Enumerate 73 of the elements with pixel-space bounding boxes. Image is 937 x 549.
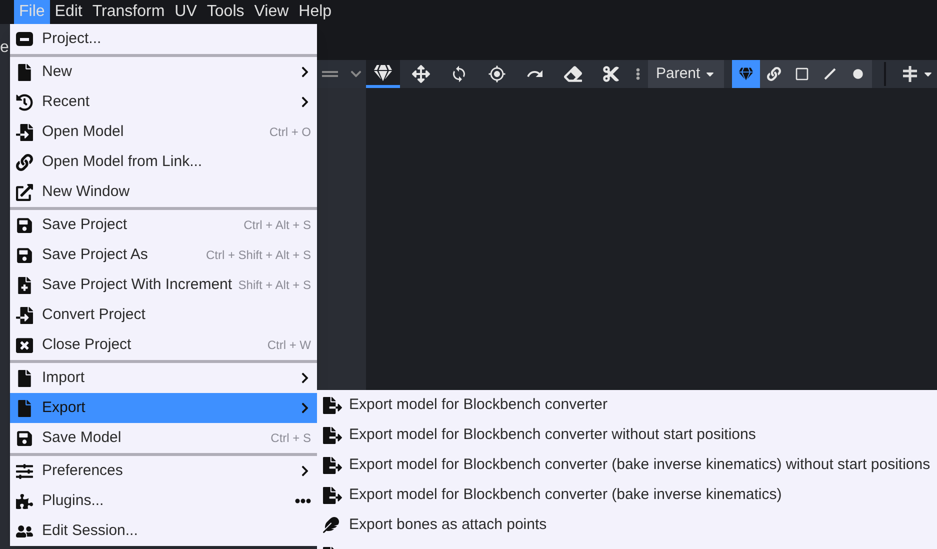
menu-item[interactable]: New <box>10 57 317 87</box>
submenu-item[interactable]: Export model for Blockbench converter (bake inverse kinematics) without start positions <box>317 450 937 480</box>
line-icon <box>823 67 838 81</box>
submenu-item[interactable]: Export model for Blockbench converter (bake inverse kinematics) <box>317 480 937 510</box>
menu-item[interactable]: Open Model from Link... <box>10 147 317 177</box>
sliders-icon <box>16 462 33 480</box>
close-icon <box>16 336 33 354</box>
history-icon <box>16 94 33 110</box>
selection-mode-button[interactable] <box>732 60 760 88</box>
shortcut-text: Ctrl + Alt + S <box>244 217 311 234</box>
menu-bar-item[interactable]: UV <box>170 0 202 24</box>
link-icon <box>767 67 782 81</box>
external-window-icon <box>16 184 33 200</box>
menu-item[interactable]: Export <box>10 393 317 423</box>
chevron-down-icon[interactable] <box>350 68 362 80</box>
menu-item[interactable]: Save Project As Ctrl + Shift + Alt + S <box>10 240 317 270</box>
shortcut-text: Ctrl + S <box>270 430 311 447</box>
submenu-item[interactable]: Export model for Blockbench converter without start positions <box>317 420 937 450</box>
menu-item[interactable]: Edit Session... <box>10 516 317 546</box>
chevron-right-icon <box>299 402 311 414</box>
save-icon <box>16 246 33 264</box>
shortcut-text: Shift + Alt + S <box>238 277 311 294</box>
menu-item[interactable]: Save Project Ctrl + Alt + S <box>10 210 317 240</box>
tool-button[interactable] <box>366 60 400 88</box>
puzzle-icon <box>16 492 33 510</box>
shortcut-text: Ctrl + W <box>267 337 311 354</box>
menu-item[interactable]: Save Project With Increment Shift + Alt + S <box>10 270 317 300</box>
feather-icon <box>323 517 339 533</box>
move-icon <box>412 65 430 83</box>
rotate-icon <box>450 65 468 83</box>
menu-item[interactable]: Project... <box>10 24 317 54</box>
pivot-icon <box>488 65 506 83</box>
menu-item[interactable]: Open Model Ctrl + O <box>10 117 317 147</box>
menu-bar-item[interactable]: View <box>249 0 294 24</box>
chevron-right-icon <box>299 66 311 78</box>
dot-icon <box>853 69 864 79</box>
link-icon <box>16 154 33 170</box>
parent-dropdown[interactable]: Parent <box>648 60 724 88</box>
file-export-icon <box>323 396 342 414</box>
shortcut-text: Ctrl + Shift + Alt + S <box>206 247 311 264</box>
submenu-item[interactable]: Export bones as attach points <box>317 510 937 540</box>
panel-tab[interactable]: e <box>0 39 9 56</box>
menu-lines-icon[interactable] <box>322 71 338 77</box>
scissors-icon <box>602 65 620 83</box>
menu-item[interactable]: Recent <box>10 87 317 117</box>
file-import-icon <box>16 306 33 324</box>
users-icon <box>16 522 33 540</box>
file-plus-icon <box>16 276 33 294</box>
menu-item[interactable]: Plugins... <box>10 486 317 516</box>
menu-bar-item[interactable]: Help <box>294 0 337 24</box>
menu-item[interactable]: Convert Project <box>10 300 317 330</box>
menu-bar-item[interactable]: Transform <box>87 0 170 24</box>
chevron-right-icon <box>299 465 311 477</box>
menu-item[interactable]: New Window <box>10 177 317 207</box>
chevron-right-icon <box>299 96 311 108</box>
menu-item[interactable]: Preferences <box>10 456 317 486</box>
submenu-item[interactable]: Export model for Blockbench converter <box>317 390 937 420</box>
menu-item[interactable]: Close Project Ctrl + W <box>10 330 317 360</box>
eraser-icon <box>564 65 582 83</box>
gem-icon <box>739 67 754 81</box>
chevron-right-icon <box>299 372 311 384</box>
menu-item[interactable]: Save Model Ctrl + S <box>10 423 317 453</box>
file-export-icon <box>323 426 342 444</box>
file-export-icon <box>323 456 342 474</box>
save-icon <box>16 216 33 234</box>
save-icon <box>16 430 33 446</box>
menu-bar-item[interactable]: Edit <box>50 0 88 24</box>
shortcut-text: Ctrl + O <box>269 124 311 141</box>
menu-item[interactable]: Import <box>10 363 317 393</box>
align-icon[interactable] <box>902 65 918 83</box>
card-icon <box>16 32 33 46</box>
menu-bar-item[interactable]: Tools <box>202 0 250 24</box>
file-export-icon <box>323 486 342 504</box>
